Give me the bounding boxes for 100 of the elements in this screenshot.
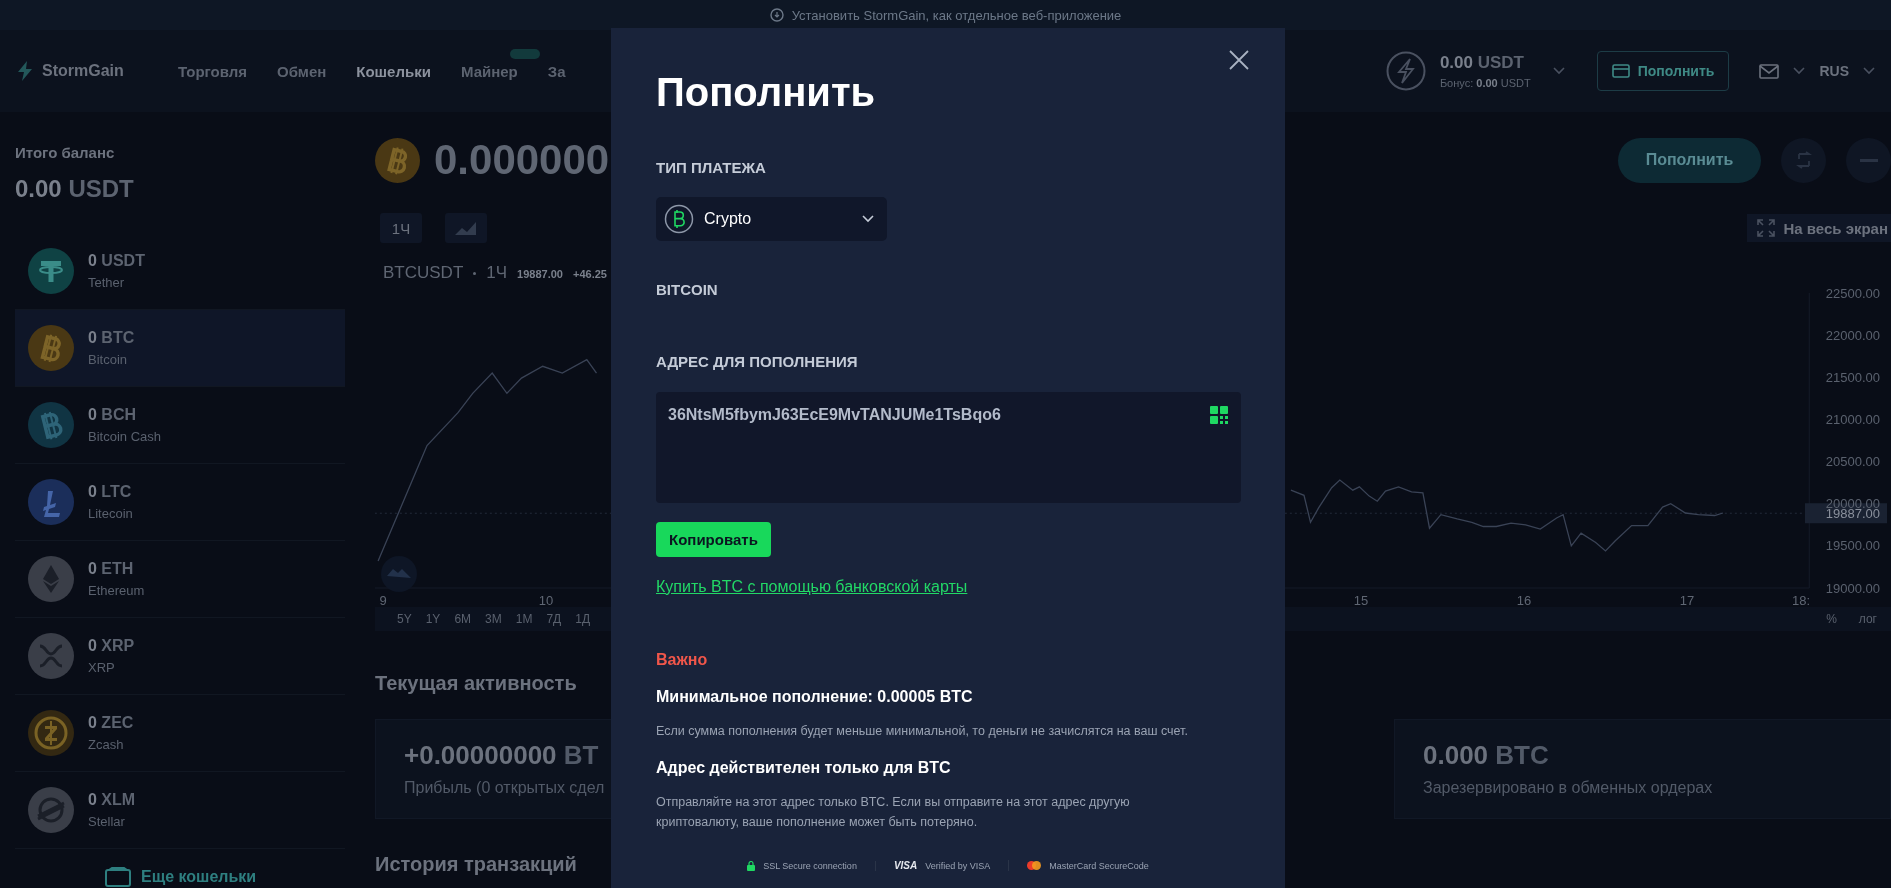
axis-label: 10 <box>538 593 554 607</box>
wallet-item[interactable]: 0 BCH Bitcoin Cash <box>15 387 345 464</box>
wallet-name: Litecoin <box>88 506 133 521</box>
warning-heading: Важно <box>656 650 708 670</box>
note-title: Адрес действителен только для BTC <box>656 758 951 778</box>
total-balance-label: Итого баланс <box>15 144 116 161</box>
wallet-icon <box>105 867 131 887</box>
wallet-item[interactable]: 0 ZEC Zcash <box>15 695 345 772</box>
security-badge-text: MasterCard SecureCode <box>1049 860 1149 871</box>
field-label: ТИП ПЛАТЕЖА <box>656 159 766 177</box>
security-badge-text: SSL Secure connection <box>763 860 857 871</box>
axis-label: 18: <box>1792 593 1811 607</box>
card-caption: Прибыль (0 открытых сдел <box>404 779 605 797</box>
logo-text[interactable]: StormGain <box>42 62 124 80</box>
wallet-name: Stellar <box>88 814 126 829</box>
buy-with-card-link[interactable]: Купить BTC с помощью банковской карты <box>656 577 968 597</box>
axis-label: 22500.00 <box>1825 285 1880 301</box>
currency-label: BITCOIN <box>656 281 718 299</box>
nav-item[interactable]: За <box>547 62 566 80</box>
coin-icon <box>28 402 74 448</box>
wallet-name: Bitcoin <box>88 352 129 367</box>
language-selector[interactable]: RUS <box>1819 63 1849 79</box>
range-option[interactable]: 1Y <box>425 612 441 626</box>
interval-tab[interactable]: 1Ч <box>380 213 422 243</box>
address-field[interactable]: 36NtsM5fbymJ63EcE9MvTANJUMe1TsBqo6 <box>656 392 1241 503</box>
coin-icon <box>28 710 74 756</box>
lightning-icon <box>1385 51 1426 91</box>
security-badge-text: Verified by VISA <box>925 860 991 871</box>
chart-price: 19887.00 <box>517 268 563 280</box>
swap-icon <box>1794 151 1813 169</box>
scale-option[interactable]: лог <box>1858 612 1877 626</box>
range-option[interactable]: 7Д <box>546 612 562 626</box>
wallet-balance: 0 XLM <box>88 791 136 809</box>
lock-icon <box>747 860 756 871</box>
separator-dot <box>473 271 477 275</box>
coin-icon <box>28 556 74 602</box>
wallet-balance: 0 BTC <box>88 329 135 347</box>
wallet-item[interactable]: 0 BTC Bitcoin <box>15 310 345 387</box>
field-label: АДРЕС ДЛЯ ПОПОЛНЕНИЯ <box>656 353 858 371</box>
deposit-button[interactable]: Пополнить <box>1596 51 1730 91</box>
balance-amount: 0.00 USDT <box>1439 53 1525 73</box>
chart-symbol: BTCUSDT <box>383 263 464 283</box>
note-text: Отправляйте на этот адрес только BTC. Если вы отправите на этот адрес другую криптовалюту, ваше пополнение может быть потеряно. <box>656 794 1131 831</box>
deposit-button[interactable]: Пополнить <box>1618 137 1761 183</box>
download-icon <box>769 8 784 22</box>
section-title: История транзакций <box>375 853 577 876</box>
wallet-name: XRP <box>88 660 116 675</box>
withdraw-button[interactable] <box>1846 137 1891 183</box>
nav-item[interactable]: Обмен <box>277 62 327 80</box>
range-option[interactable]: 1M <box>515 612 533 626</box>
expand-icon <box>1757 219 1776 237</box>
wallet-name: Ethereum <box>88 583 145 598</box>
note-title: Минимальное пополнение: 0.00005 BTC <box>656 687 973 707</box>
wallet-balance: 0 BCH <box>88 406 138 424</box>
wallet-item[interactable]: 0 XLM Stellar <box>15 772 345 849</box>
axis-label: 21000.00 <box>1825 411 1880 427</box>
scale-option[interactable]: % <box>1826 612 1837 626</box>
axis-label: 22000.00 <box>1825 327 1880 343</box>
chart-type-button[interactable] <box>445 213 487 243</box>
nav-item[interactable]: Торговля <box>178 62 248 80</box>
section-title: Текущая активность <box>375 672 577 695</box>
range-option[interactable]: 6M <box>454 612 472 626</box>
range-option[interactable]: 1Д <box>575 612 590 626</box>
coin-icon <box>28 325 74 371</box>
wallet-balance: 0 USDT <box>88 252 145 270</box>
note-text: Если сумма пополнения будет меньше минимальной, то деньги не зачислятся на ваш счет. <box>656 723 1189 740</box>
bonus-amount: Бонус: 0.00 USDT <box>1439 77 1531 89</box>
minus-icon <box>1859 158 1878 162</box>
mail-icon[interactable] <box>1759 63 1780 79</box>
logo-icon <box>16 61 34 81</box>
axis-label: 21500.00 <box>1825 369 1880 385</box>
coin-icon <box>28 633 74 679</box>
total-balance: 0.00 USDT <box>15 175 135 203</box>
wallet-name: Zcash <box>88 737 125 752</box>
banner-text[interactable]: Установить StormGain, как отдельное веб-приложение <box>791 7 1122 23</box>
copy-button[interactable]: Копировать <box>656 522 771 557</box>
more-wallets-link[interactable]: Еще кошельки <box>141 868 257 886</box>
chart-change: +46.25 <box>572 268 607 280</box>
area-chart-icon <box>454 220 478 236</box>
chart-interval: 1Ч <box>486 263 508 283</box>
nav-item[interactable]: Майнер <box>460 62 518 80</box>
coin-icon <box>28 787 74 833</box>
exchange-button[interactable] <box>1781 137 1826 183</box>
nav-item[interactable]: Кошельки <box>356 62 431 80</box>
payment-type-dropdown[interactable]: Crypto <box>656 197 887 241</box>
wallet-balance: 0 LTC <box>88 483 133 501</box>
coin-icon <box>28 479 74 525</box>
qr-code-icon[interactable] <box>1210 406 1228 424</box>
axis-label: 16 <box>1516 593 1532 607</box>
axis-label: 9 <box>379 593 387 607</box>
card-icon <box>1611 64 1630 78</box>
wallet-name: Tether <box>88 275 126 290</box>
wallet-item[interactable]: 0 ETH Ethereum <box>15 541 345 618</box>
wallet-item[interactable]: 0 LTC Litecoin <box>15 464 345 541</box>
range-option[interactable]: 3M <box>485 612 502 626</box>
fullscreen-button[interactable]: На весь экран <box>1747 214 1891 242</box>
wallet-name: Bitcoin Cash <box>88 429 161 444</box>
range-option[interactable]: 5Y <box>397 612 412 626</box>
wallet-item[interactable]: 0 XRP XRP <box>15 618 345 695</box>
dialog-title: Пополнить <box>656 69 876 116</box>
